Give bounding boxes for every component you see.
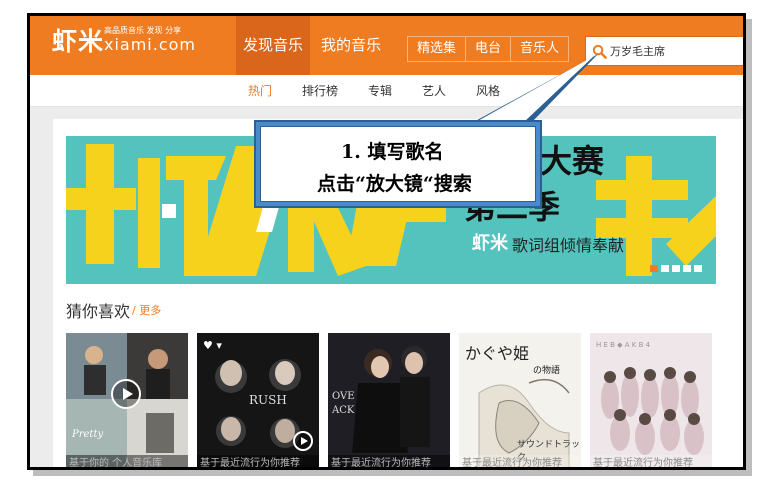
card-caption: 基于最近流行为你推荐: [590, 455, 712, 467]
banner-dot[interactable]: [683, 265, 691, 272]
subnav-albums[interactable]: 专辑: [368, 75, 392, 107]
nav-my-music[interactable]: 我的音乐: [316, 16, 386, 75]
subnav-charts[interactable]: 排行榜: [302, 75, 338, 107]
banner-dot[interactable]: [661, 265, 669, 272]
recommend-card[interactable]: かぐや姫 の物語 サウンドトラック 基于最近流行为你推荐: [459, 333, 581, 467]
banner-dot[interactable]: [672, 265, 680, 272]
logo-text: 虾米: [52, 27, 105, 56]
search-icon[interactable]: [592, 44, 607, 59]
top-header: 虾米 高品质音乐 发现 分享 xiami.com 发现音乐 我的音乐 精选集 电…: [30, 16, 743, 75]
album-art-text: RUSH: [249, 393, 287, 407]
svg-text:Pretty: Pretty: [71, 429, 103, 440]
section-title-recommend: 猜你喜欢: [66, 302, 131, 321]
recommend-card[interactable]: H E B ◆ A K B 4 基于最近流行为你推荐: [590, 333, 712, 467]
subnav-artists[interactable]: 艺人: [422, 75, 446, 107]
nav-pill-group: 精选集 电台 音乐人: [407, 36, 570, 62]
nav-discover-music[interactable]: 发现音乐: [236, 16, 310, 75]
banner-slogan: 歌词组倾情奉献: [512, 236, 625, 255]
banner-headline-1: 大赛: [540, 142, 605, 180]
logo-domain: xiami.com: [104, 35, 197, 54]
banner-dot[interactable]: [694, 265, 702, 272]
recommend-card[interactable]: OVE ACK 基于最近流行为你推荐: [328, 333, 450, 467]
xiami-logo[interactable]: 虾米 高品质音乐 发现 分享 xiami.com: [52, 22, 195, 58]
card-caption: 基于最近流行为你推荐: [328, 455, 450, 467]
callout-body: 1. 填写歌名 点击“放大镜“搜索: [260, 126, 536, 202]
sub-navigation: 热门 排行榜 专辑 艺人 风格: [30, 75, 743, 107]
card-caption: 基于你的 个人音乐库: [66, 455, 188, 467]
search-box: [585, 36, 743, 66]
nav-artists[interactable]: 音乐人: [511, 37, 568, 61]
recommend-card[interactable]: Pretty 基于你的 个人音乐库: [66, 333, 188, 467]
svg-text:H E B ◆ A K B 4: H E B ◆ A K B 4: [596, 341, 651, 349]
svg-text:ACK: ACK: [331, 405, 355, 416]
banner-pagination: [650, 265, 702, 272]
recommend-card[interactable]: RUSH ♥ ▾ 基于最近流行为你推荐: [197, 333, 319, 467]
search-input[interactable]: [610, 37, 743, 65]
album-cover-group: H E B ◆ A K B 4: [590, 333, 712, 467]
album-cover-duo: OVE ACK: [328, 333, 450, 467]
more-link[interactable]: / 更多: [132, 302, 161, 318]
svg-text:OVE: OVE: [332, 391, 355, 402]
subnav-hot[interactable]: 热门: [248, 75, 272, 107]
instruction-callout: 1. 填写歌名 点击“放大镜“搜索: [254, 120, 542, 208]
card-caption: 基于最近流行为你推荐: [459, 455, 581, 467]
subnav-genres[interactable]: 风格: [476, 75, 500, 107]
banner-brand: 虾米: [472, 233, 508, 254]
heart-icon[interactable]: ♥ ▾: [203, 339, 222, 352]
play-button[interactable]: [293, 431, 313, 451]
banner-dot[interactable]: [650, 265, 658, 272]
card-caption: 基于最近流行为你推荐: [197, 455, 319, 467]
screenshot-frame: 虾米 高品质音乐 发现 分享 xiami.com 发现音乐 我的音乐 精选集 电…: [27, 13, 746, 470]
play-button[interactable]: [111, 379, 141, 409]
nav-featured[interactable]: 精选集: [408, 37, 467, 61]
nav-radio[interactable]: 电台: [466, 37, 512, 61]
svg-text:の物語: の物語: [533, 364, 560, 376]
svg-text:かぐや姫: かぐや姫: [465, 344, 529, 363]
callout-step-text: 1. 填写歌名: [341, 141, 444, 163]
callout-action-text: 点击“放大镜“搜索: [317, 173, 472, 195]
